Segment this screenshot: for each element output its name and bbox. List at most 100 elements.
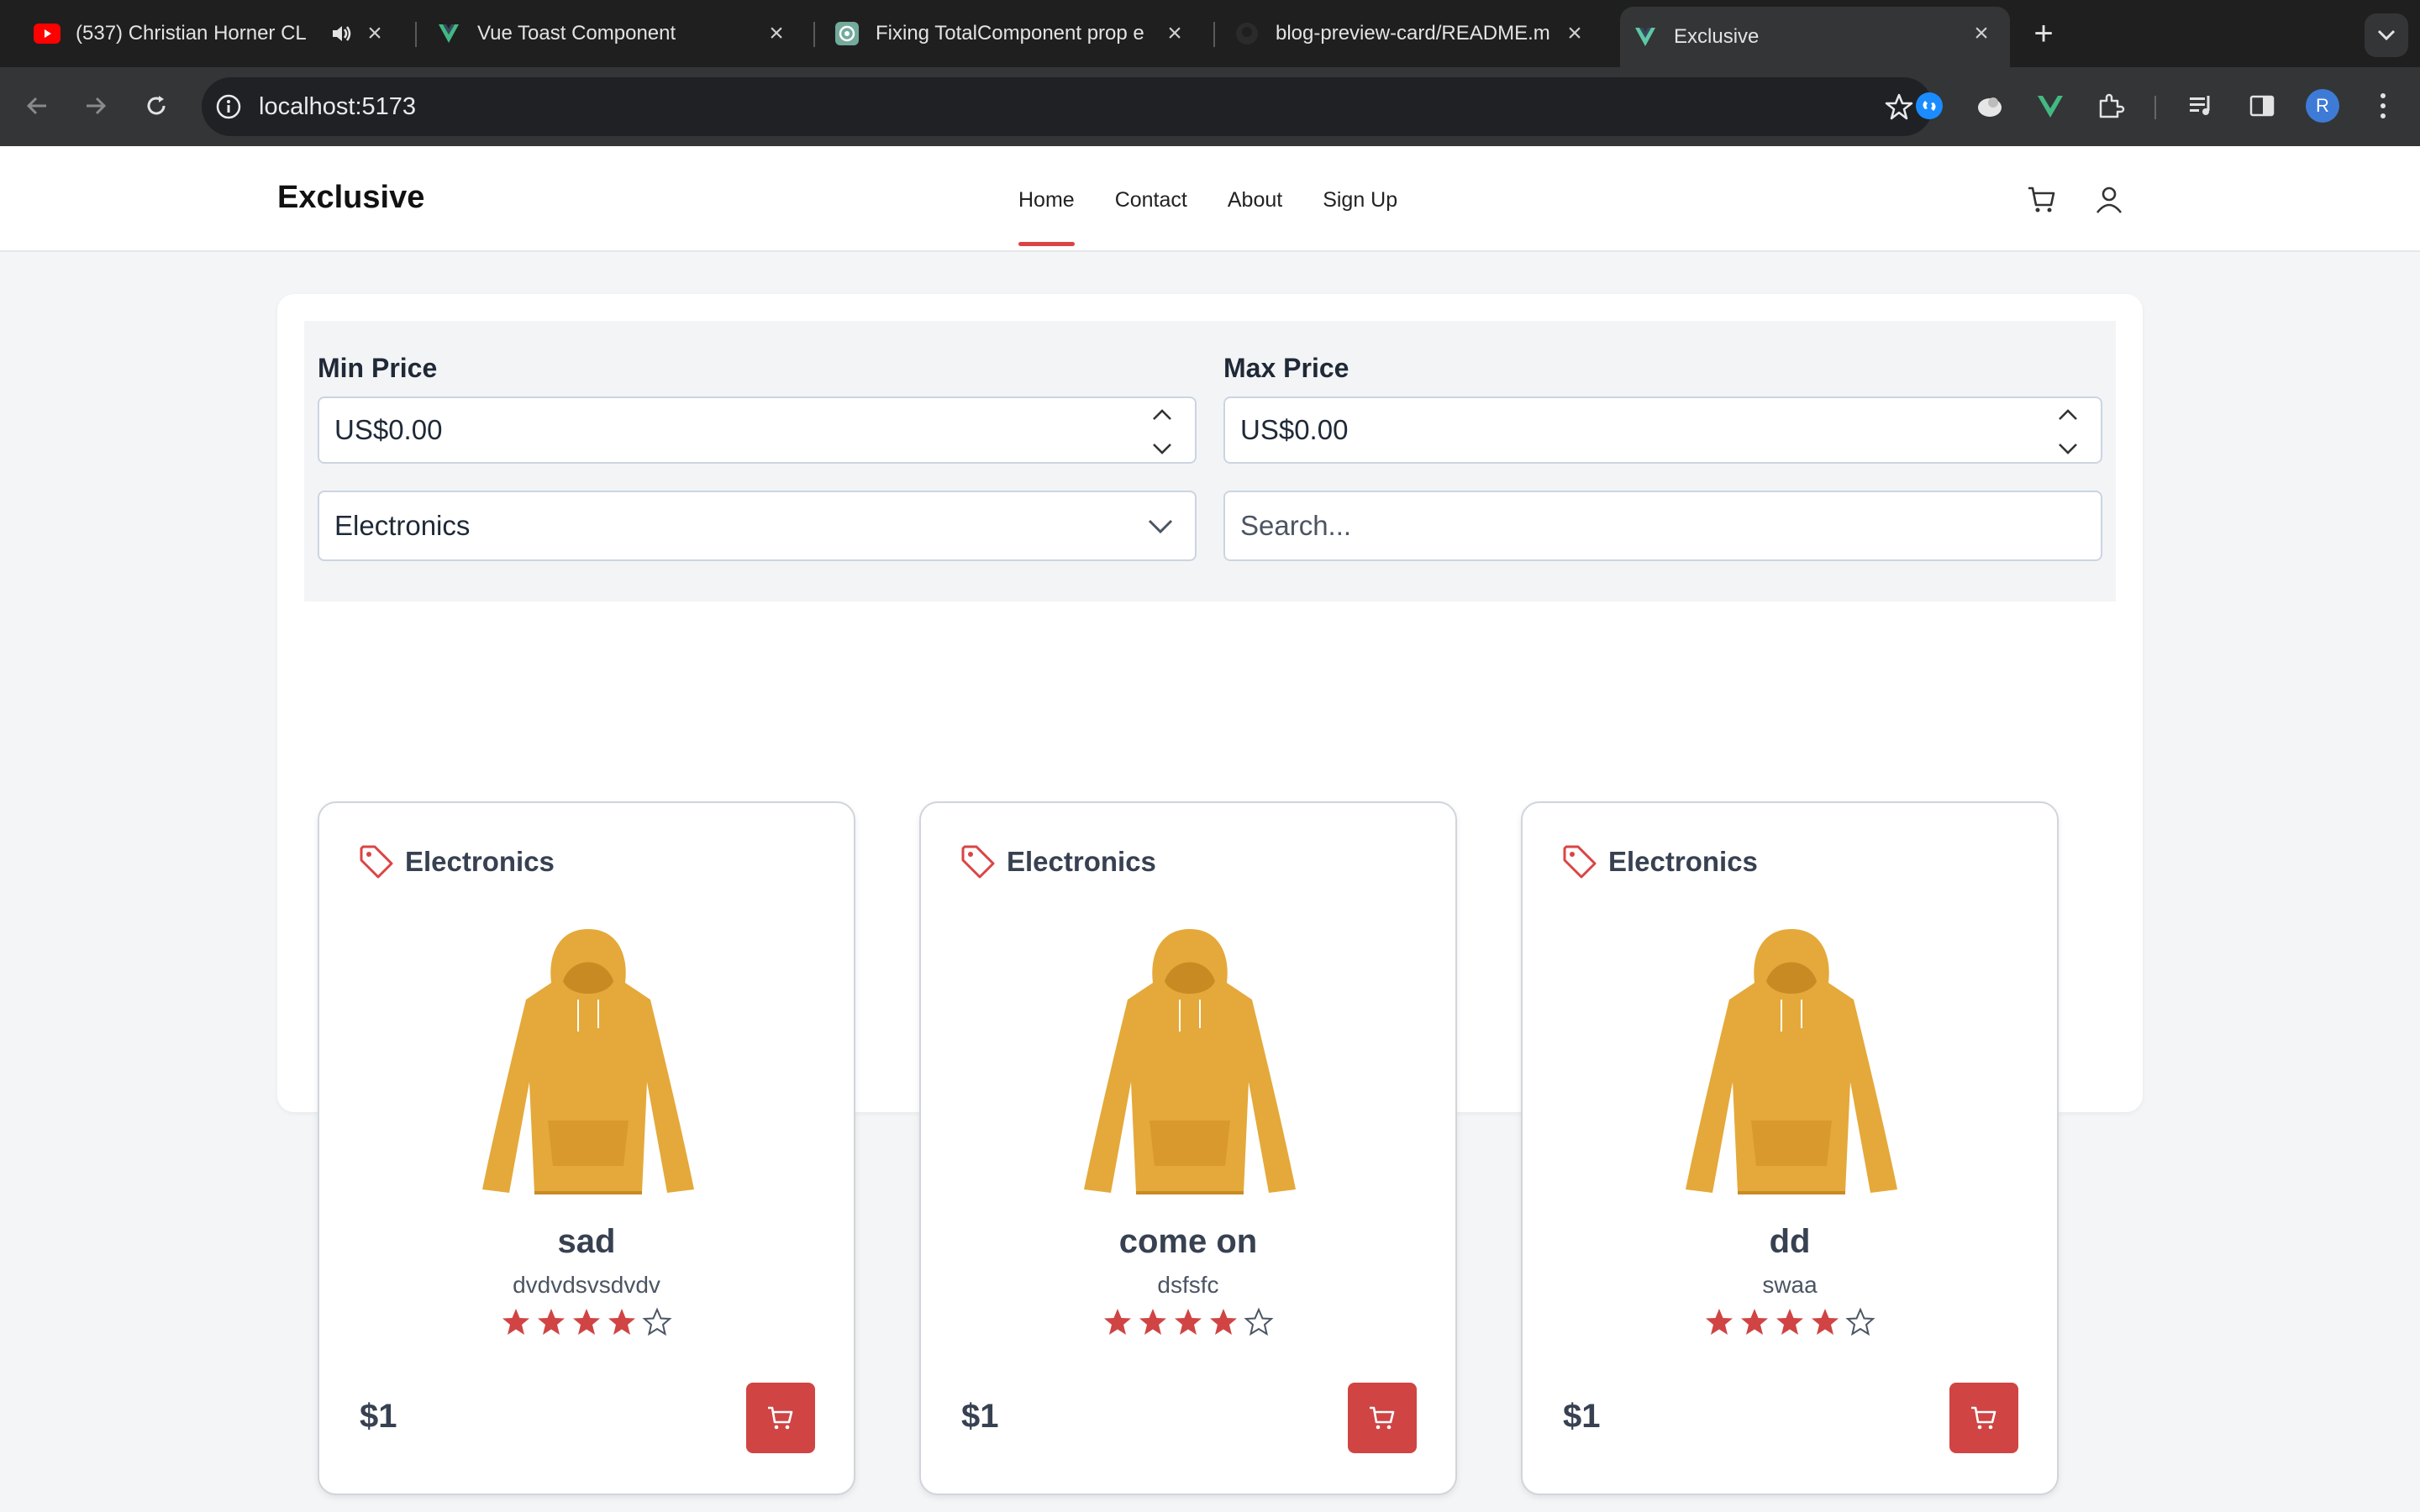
product-card[interactable]: Electronics come on dsfsfc $1: [919, 801, 1457, 1495]
star-filled-icon: [502, 1309, 529, 1335]
product-card[interactable]: Electronics sad dvdvdsvsdvdv $1: [318, 801, 855, 1495]
browser-tab[interactable]: Vue Toast Component ×: [435, 7, 805, 60]
star-filled-icon: [1210, 1309, 1237, 1335]
min-price-value: US$0.00: [334, 414, 443, 445]
tab-title: Fixing TotalComponent prop e: [876, 22, 1144, 45]
star-filled-icon: [1741, 1309, 1768, 1335]
min-price-stepper[interactable]: [1148, 408, 1176, 455]
site-header: Exclusive Home Contact About Sign Up: [0, 146, 2420, 252]
add-to-cart-button[interactable]: [1348, 1383, 1417, 1453]
product-description: dsfsfc: [1157, 1272, 1219, 1298]
nav-sign-up[interactable]: Sign Up: [1323, 188, 1397, 213]
forward-icon[interactable]: [76, 86, 116, 126]
page-viewport: Exclusive Home Contact About Sign Up Min…: [0, 146, 2420, 1512]
star-empty-icon: [1845, 1307, 1876, 1336]
vite-icon: [1632, 24, 1659, 50]
product-price: $1: [1563, 1398, 1601, 1435]
product-category: Electronics: [358, 843, 555, 880]
browser-tab[interactable]: (537) Christian Horner CL ×: [34, 7, 403, 60]
product-name[interactable]: come on: [921, 1223, 1455, 1261]
profile-avatar[interactable]: R: [2302, 86, 2343, 126]
user-account-icon[interactable]: [2091, 181, 2128, 218]
reload-icon[interactable]: [136, 86, 176, 126]
max-price-label: Max Price: [1223, 353, 1349, 383]
product-name[interactable]: sad: [319, 1223, 854, 1261]
filter-bar: Min Price US$0.00 Max Price US$0.00 Elec…: [304, 321, 2116, 601]
product-name[interactable]: dd: [1523, 1223, 2057, 1261]
search-input[interactable]: [1240, 510, 1996, 542]
product-price: $1: [360, 1398, 397, 1435]
tab-search-icon[interactable]: [2365, 13, 2408, 57]
product-rating: [921, 1307, 1455, 1337]
product-card[interactable]: Electronics dd swaa $1: [1521, 801, 2059, 1495]
close-tab-icon[interactable]: ×: [1968, 19, 1995, 47]
toolbar-divider: [2154, 96, 2156, 119]
brand-logo[interactable]: Exclusive: [277, 180, 424, 216]
back-icon[interactable]: [17, 86, 57, 126]
product-image[interactable]: [1674, 922, 1909, 1205]
cart-icon: [1370, 1406, 1395, 1430]
close-tab-icon[interactable]: ×: [1161, 19, 1188, 47]
star-filled-icon: [538, 1309, 565, 1335]
add-to-cart-button[interactable]: [746, 1383, 815, 1453]
max-price-value: US$0.00: [1240, 414, 1349, 445]
star-filled-icon: [1104, 1309, 1131, 1335]
products-panel: Min Price US$0.00 Max Price US$0.00 Elec…: [277, 294, 2143, 1495]
chatgpt-icon: [834, 20, 860, 47]
star-filled-icon: [1706, 1309, 1733, 1335]
nav-home[interactable]: Home: [1018, 188, 1075, 246]
max-price-stepper[interactable]: [2054, 408, 2082, 455]
star-filled-icon: [573, 1309, 600, 1335]
tab-title: Vue Toast Component: [477, 22, 676, 45]
close-tab-icon[interactable]: ×: [1561, 19, 1588, 47]
nav-about[interactable]: About: [1228, 188, 1282, 213]
star-filled-icon: [608, 1309, 635, 1335]
browser-tab[interactable]: blog-preview-card/README.m ×: [1234, 7, 1603, 60]
extensions-puzzle-icon[interactable]: [2091, 86, 2131, 126]
browser-menu-icon[interactable]: [2363, 86, 2403, 126]
product-image[interactable]: [471, 922, 706, 1205]
chevron-down-icon: [1148, 519, 1173, 534]
cart-icon[interactable]: [2023, 181, 2060, 218]
cart-icon: [768, 1406, 793, 1430]
min-price-label: Min Price: [318, 353, 438, 383]
nav-contact[interactable]: Contact: [1115, 188, 1187, 213]
speaker-icon[interactable]: [329, 22, 353, 45]
product-rating: [1523, 1307, 2057, 1337]
category-selected-value: Electronics: [334, 510, 471, 541]
profile-initial: R: [2306, 89, 2339, 123]
vue-icon: [435, 20, 462, 47]
tab-title: Exclusive: [1674, 25, 1760, 48]
new-tab-icon[interactable]: +: [2023, 13, 2064, 54]
product-category-label: Electronics: [405, 846, 555, 877]
tag-icon: [961, 845, 995, 879]
close-tab-icon[interactable]: ×: [763, 19, 790, 47]
product-category-label: Electronics: [1608, 846, 1758, 877]
browser-tab-active[interactable]: Exclusive ×: [1620, 7, 2010, 67]
close-tab-icon[interactable]: ×: [361, 19, 388, 47]
star-filled-icon: [1776, 1309, 1803, 1335]
add-to-cart-button[interactable]: [1949, 1383, 2018, 1453]
product-image[interactable]: [1072, 922, 1307, 1205]
product-category: Electronics: [1561, 843, 1758, 880]
tab-divider: [813, 22, 815, 47]
product-rating: [319, 1307, 854, 1337]
tab-title: (537) Christian Horner CL: [76, 22, 307, 45]
extension-icon[interactable]: [1970, 86, 2010, 126]
min-price-input[interactable]: US$0.00: [318, 396, 1197, 464]
tag-icon: [1563, 845, 1597, 879]
site-info-icon[interactable]: [212, 90, 245, 123]
vue-devtools-icon[interactable]: [2030, 86, 2070, 126]
product-price: $1: [961, 1398, 999, 1435]
category-select[interactable]: Electronics: [318, 491, 1197, 561]
search-field[interactable]: [1223, 491, 2102, 561]
side-panel-icon[interactable]: [2242, 86, 2282, 126]
address-bar[interactable]: localhost:5173: [202, 77, 1933, 136]
media-control-icon[interactable]: [2181, 86, 2222, 126]
url-text[interactable]: localhost:5173: [259, 93, 416, 121]
browser-tab[interactable]: Fixing TotalComponent prop e ×: [834, 7, 1203, 60]
shazam-extension-icon[interactable]: [1909, 86, 1949, 126]
product-description: dvdvdsvsdvdv: [513, 1272, 660, 1298]
tag-icon: [360, 845, 393, 879]
max-price-input[interactable]: US$0.00: [1223, 396, 2102, 464]
